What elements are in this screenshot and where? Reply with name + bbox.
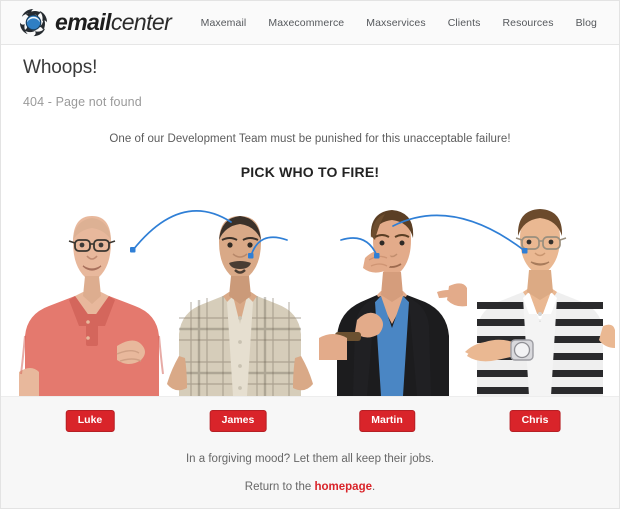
name-button-row: Luke James Martin Chris: [1, 410, 619, 432]
page-content: Whoops! 404 - Page not found One of our …: [1, 46, 619, 508]
forgiving-mood-text: In a forgiving mood? Let them all keep t…: [185, 453, 435, 465]
return-home-text: Return to the homepage.: [1, 481, 619, 493]
page-footer: Luke James Martin Chris In a forgiving m…: [1, 396, 619, 508]
person-photo-luke[interactable]: [17, 196, 167, 396]
nav-item-resources[interactable]: Resources: [491, 13, 564, 33]
nav-item-blog[interactable]: Blog: [565, 13, 607, 33]
person-photo-james[interactable]: [165, 198, 315, 396]
person-photo-chris[interactable]: [463, 196, 615, 396]
swirl-aperture-logo-icon: [19, 8, 48, 37]
site-logo[interactable]: emailcenter: [18, 7, 172, 38]
team-photo-stage: [1, 46, 619, 396]
nav-item-maxecommerce[interactable]: Maxecommerce: [257, 13, 355, 33]
name-button-luke[interactable]: Luke: [65, 410, 115, 432]
person-photo-martin[interactable]: [317, 196, 467, 396]
name-button-james[interactable]: James: [209, 410, 267, 432]
name-button-chris[interactable]: Chris: [509, 410, 561, 432]
logo-wordmark: emailcenter: [55, 9, 172, 35]
return-prefix: Return to the: [244, 481, 315, 493]
nav-item-maxemail[interactable]: Maxemail: [190, 13, 258, 33]
name-button-martin[interactable]: Martin: [359, 410, 415, 432]
logo-text-bold: email: [55, 9, 111, 35]
homepage-link[interactable]: homepage: [314, 481, 372, 493]
main-navigation: Maxemail Maxecommerce Maxservices Client…: [190, 13, 607, 33]
error-page: emailcenter Maxemail Maxecommerce Maxser…: [0, 0, 620, 509]
logo-text-light: center: [110, 9, 172, 35]
site-header: emailcenter Maxemail Maxecommerce Maxser…: [1, 1, 619, 45]
nav-item-clients[interactable]: Clients: [437, 13, 492, 33]
nav-item-maxservices[interactable]: Maxservices: [355, 13, 436, 33]
return-suffix: .: [372, 481, 376, 493]
